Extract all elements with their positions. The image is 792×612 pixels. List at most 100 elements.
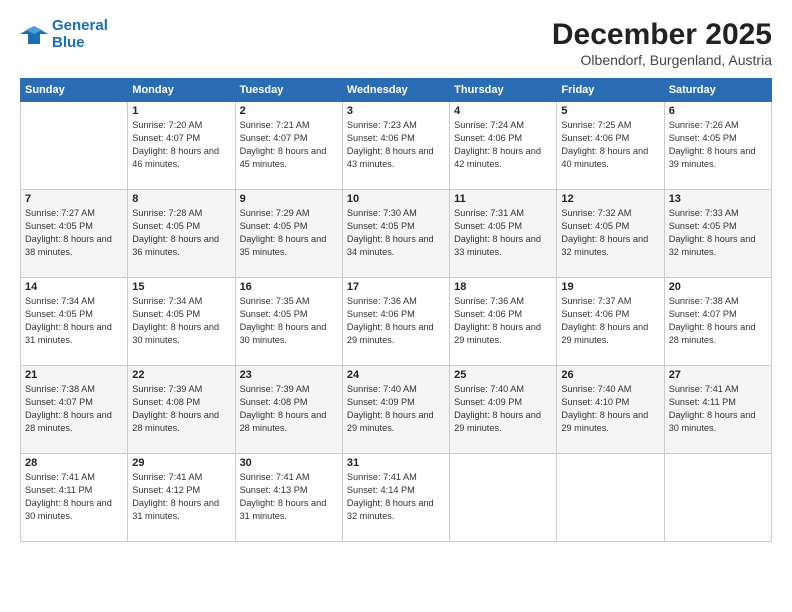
day-number: 1: [132, 105, 230, 117]
calendar-table: SundayMondayTuesdayWednesdayThursdayFrid…: [20, 78, 772, 542]
header-cell-monday: Monday: [128, 79, 235, 102]
logo-icon: [20, 24, 48, 46]
calendar-cell: 27 Sunrise: 7:41 AMSunset: 4:11 PMDayligh…: [664, 366, 771, 454]
calendar-cell: 3Sunrise: 7:23 AMSunset: 4:06 PMDaylight…: [342, 102, 449, 190]
header-cell-saturday: Saturday: [664, 79, 771, 102]
header-cell-sunday: Sunday: [21, 79, 128, 102]
day-number: 7: [25, 193, 123, 205]
calendar-cell: 31 Sunrise: 7:41 AMSunset: 4:14 PMDayligh…: [342, 454, 449, 542]
calendar-cell: 4Sunrise: 7:24 AMSunset: 4:06 PMDaylight…: [450, 102, 557, 190]
calendar-cell: 20Sunrise: 7:38 AMSunset: 4:07 PMDayligh…: [664, 278, 771, 366]
day-number: 18: [454, 281, 552, 293]
day-number: 2: [240, 105, 338, 117]
day-number: 21: [25, 369, 123, 381]
calendar-cell: 29 Sunrise: 7:41 AMSunset: 4:12 PMDayligh…: [128, 454, 235, 542]
day-info: Sunrise: 7:36 AMSunset: 4:06 PMDaylight:…: [454, 295, 552, 347]
day-number: 26: [561, 369, 659, 381]
day-info: Sunrise: 7:27 AMSunset: 4:05 PMDaylight:…: [25, 207, 123, 259]
header-cell-friday: Friday: [557, 79, 664, 102]
day-info: Sunrise: 7:28 AMSunset: 4:05 PMDaylight:…: [132, 207, 230, 259]
header-cell-wednesday: Wednesday: [342, 79, 449, 102]
day-info: Sunrise: 7:40 AMSunset: 4:10 PMDaylight:…: [561, 383, 659, 435]
calendar-week-row: 14 Sunrise: 7:34 AMSunset: 4:05 PMDayligh…: [21, 278, 772, 366]
calendar-cell: 21 Sunrise: 7:38 AMSunset: 4:07 PMDayligh…: [21, 366, 128, 454]
day-info: Sunrise: 7:41 AMSunset: 4:11 PMDaylight:…: [669, 383, 767, 435]
logo-text: General Blue: [52, 18, 108, 51]
page: General Blue December 2025 Olbendorf, Bu…: [0, 0, 792, 612]
day-number: 14: [25, 281, 123, 293]
calendar-cell: 11 Sunrise: 7:31 AMSunset: 4:05 PMDayligh…: [450, 190, 557, 278]
calendar-cell: 1 Sunrise: 7:20 AMSunset: 4:07 PMDaylight…: [128, 102, 235, 190]
day-info: Sunrise: 7:25 AMSunset: 4:06 PMDaylight:…: [561, 119, 659, 171]
day-info: Sunrise: 7:41 AMSunset: 4:11 PMDaylight:…: [25, 471, 123, 523]
calendar-cell: 23 Sunrise: 7:39 AMSunset: 4:08 PMDayligh…: [235, 366, 342, 454]
day-number: 16: [240, 281, 338, 293]
calendar-cell: 24 Sunrise: 7:40 AMSunset: 4:09 PMDayligh…: [342, 366, 449, 454]
day-info: Sunrise: 7:26 AMSunset: 4:05 PMDaylight:…: [669, 119, 767, 171]
day-number: 6: [669, 105, 767, 117]
day-number: 25: [454, 369, 552, 381]
calendar-cell: 25Sunrise: 7:40 AMSunset: 4:09 PMDayligh…: [450, 366, 557, 454]
calendar-cell: 30 Sunrise: 7:41 AMSunset: 4:13 PMDayligh…: [235, 454, 342, 542]
day-info: Sunrise: 7:41 AMSunset: 4:12 PMDaylight:…: [132, 471, 230, 523]
day-info: Sunrise: 7:29 AMSunset: 4:05 PMDaylight:…: [240, 207, 338, 259]
day-number: 5: [561, 105, 659, 117]
day-info: Sunrise: 7:23 AMSunset: 4:06 PMDaylight:…: [347, 119, 445, 171]
day-number: 31: [347, 457, 445, 469]
calendar-cell: 12Sunrise: 7:32 AMSunset: 4:05 PMDayligh…: [557, 190, 664, 278]
day-number: 29: [132, 457, 230, 469]
day-info: Sunrise: 7:24 AMSunset: 4:06 PMDaylight:…: [454, 119, 552, 171]
day-info: Sunrise: 7:30 AMSunset: 4:05 PMDaylight:…: [347, 207, 445, 259]
calendar-cell: 8 Sunrise: 7:28 AMSunset: 4:05 PMDaylight…: [128, 190, 235, 278]
day-info: Sunrise: 7:40 AMSunset: 4:09 PMDaylight:…: [347, 383, 445, 435]
day-number: 13: [669, 193, 767, 205]
header-cell-tuesday: Tuesday: [235, 79, 342, 102]
day-info: Sunrise: 7:31 AMSunset: 4:05 PMDaylight:…: [454, 207, 552, 259]
logo: General Blue: [20, 18, 108, 51]
day-info: Sunrise: 7:21 AMSunset: 4:07 PMDaylight:…: [240, 119, 338, 171]
day-info: Sunrise: 7:38 AMSunset: 4:07 PMDaylight:…: [25, 383, 123, 435]
calendar-cell: 16Sunrise: 7:35 AMSunset: 4:05 PMDayligh…: [235, 278, 342, 366]
calendar-cell: 15 Sunrise: 7:34 AMSunset: 4:05 PMDayligh…: [128, 278, 235, 366]
calendar-cell: 19Sunrise: 7:37 AMSunset: 4:06 PMDayligh…: [557, 278, 664, 366]
day-number: 15: [132, 281, 230, 293]
calendar-cell: 18 Sunrise: 7:36 AMSunset: 4:06 PMDayligh…: [450, 278, 557, 366]
day-info: Sunrise: 7:34 AMSunset: 4:05 PMDaylight:…: [25, 295, 123, 347]
day-number: 24: [347, 369, 445, 381]
day-info: Sunrise: 7:41 AMSunset: 4:13 PMDaylight:…: [240, 471, 338, 523]
calendar-cell: [450, 454, 557, 542]
day-number: 27: [669, 369, 767, 381]
calendar-cell: 28Sunrise: 7:41 AMSunset: 4:11 PMDayligh…: [21, 454, 128, 542]
day-number: 11: [454, 193, 552, 205]
sub-title: Olbendorf, Burgenland, Austria: [552, 52, 772, 68]
day-number: 17: [347, 281, 445, 293]
day-number: 30: [240, 457, 338, 469]
day-info: Sunrise: 7:37 AMSunset: 4:06 PMDaylight:…: [561, 295, 659, 347]
day-number: 9: [240, 193, 338, 205]
day-info: Sunrise: 7:41 AMSunset: 4:14 PMDaylight:…: [347, 471, 445, 523]
calendar-cell: 5 Sunrise: 7:25 AMSunset: 4:06 PMDaylight…: [557, 102, 664, 190]
logo-line2: Blue: [52, 34, 85, 51]
calendar-cell: 14 Sunrise: 7:34 AMSunset: 4:05 PMDayligh…: [21, 278, 128, 366]
day-number: 20: [669, 281, 767, 293]
day-number: 10: [347, 193, 445, 205]
day-info: Sunrise: 7:20 AMSunset: 4:07 PMDaylight:…: [132, 119, 230, 171]
calendar-week-row: 7 Sunrise: 7:27 AMSunset: 4:05 PMDaylight…: [21, 190, 772, 278]
day-number: 23: [240, 369, 338, 381]
title-block: December 2025 Olbendorf, Burgenland, Aus…: [552, 18, 772, 68]
calendar-cell: 7 Sunrise: 7:27 AMSunset: 4:05 PMDaylight…: [21, 190, 128, 278]
day-info: Sunrise: 7:34 AMSunset: 4:05 PMDaylight:…: [132, 295, 230, 347]
calendar-cell: 13Sunrise: 7:33 AMSunset: 4:05 PMDayligh…: [664, 190, 771, 278]
calendar-cell: 9 Sunrise: 7:29 AMSunset: 4:05 PMDaylight…: [235, 190, 342, 278]
day-info: Sunrise: 7:39 AMSunset: 4:08 PMDaylight:…: [240, 383, 338, 435]
calendar-week-row: 21 Sunrise: 7:38 AMSunset: 4:07 PMDayligh…: [21, 366, 772, 454]
day-number: 8: [132, 193, 230, 205]
calendar-cell: 6 Sunrise: 7:26 AMSunset: 4:05 PMDaylight…: [664, 102, 771, 190]
calendar-cell: [557, 454, 664, 542]
logo-line1: General: [52, 17, 108, 34]
calendar-header-row: SundayMondayTuesdayWednesdayThursdayFrid…: [21, 79, 772, 102]
header-cell-thursday: Thursday: [450, 79, 557, 102]
day-number: 12: [561, 193, 659, 205]
calendar-cell: 22Sunrise: 7:39 AMSunset: 4:08 PMDayligh…: [128, 366, 235, 454]
calendar-cell: 10 Sunrise: 7:30 AMSunset: 4:05 PMDayligh…: [342, 190, 449, 278]
